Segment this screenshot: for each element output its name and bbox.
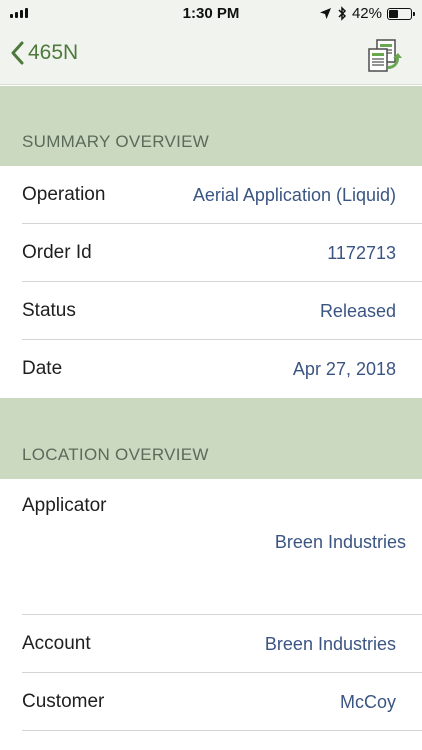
applicator-row[interactable]: Applicator Breen Industries [0, 479, 422, 615]
order-id-row[interactable]: Order Id 1172713 [0, 224, 422, 282]
battery-icon [387, 7, 415, 20]
customer-label: Customer [22, 691, 105, 712]
bluetooth-icon [338, 6, 347, 21]
chevron-left-icon [11, 41, 24, 65]
navigation-bar: 465N [0, 28, 422, 85]
customer-value: McCoy [339, 691, 396, 712]
operation-value: Aerial Application (Liquid) [192, 184, 396, 205]
back-label: 465N [28, 41, 79, 64]
operation-row[interactable]: Operation Aerial Application (Liquid) [0, 166, 422, 224]
date-label: Date [22, 358, 63, 379]
operation-label: Operation [22, 184, 106, 205]
back-button[interactable]: 465N [10, 41, 78, 65]
battery-percent: 42% [351, 5, 382, 22]
order-id-label: Order Id [22, 242, 92, 263]
customer-row[interactable]: Customer McCoy [0, 673, 422, 731]
location-section-header: LOCATION OVERVIEW [0, 398, 422, 479]
status-bar: 1:30 PM 42% [0, 0, 422, 28]
status-indicators: 42% [319, 5, 415, 22]
battery-level [389, 9, 398, 18]
account-label: Account [22, 633, 91, 654]
date-value: Apr 27, 2018 [292, 358, 396, 379]
status-row[interactable]: Status Released [0, 282, 422, 340]
report-document-icon[interactable] [366, 38, 402, 74]
applicator-label: Applicator [22, 495, 107, 516]
summary-header-title: SUMMARY OVERVIEW [22, 132, 210, 151]
status-value: Released [319, 300, 396, 321]
location-header-title: LOCATION OVERVIEW [22, 445, 209, 464]
summary-section-header: SUMMARY OVERVIEW [0, 86, 422, 166]
status-label: Status [22, 300, 76, 321]
date-row[interactable]: Date Apr 27, 2018 [0, 340, 422, 398]
account-row[interactable]: Account Breen Industries [0, 615, 422, 673]
account-value: Breen Industries [264, 633, 396, 654]
applicator-value: Breen Industries [274, 532, 406, 552]
location-arrow-icon [319, 8, 331, 19]
order-id-value: 1172713 [327, 242, 396, 263]
